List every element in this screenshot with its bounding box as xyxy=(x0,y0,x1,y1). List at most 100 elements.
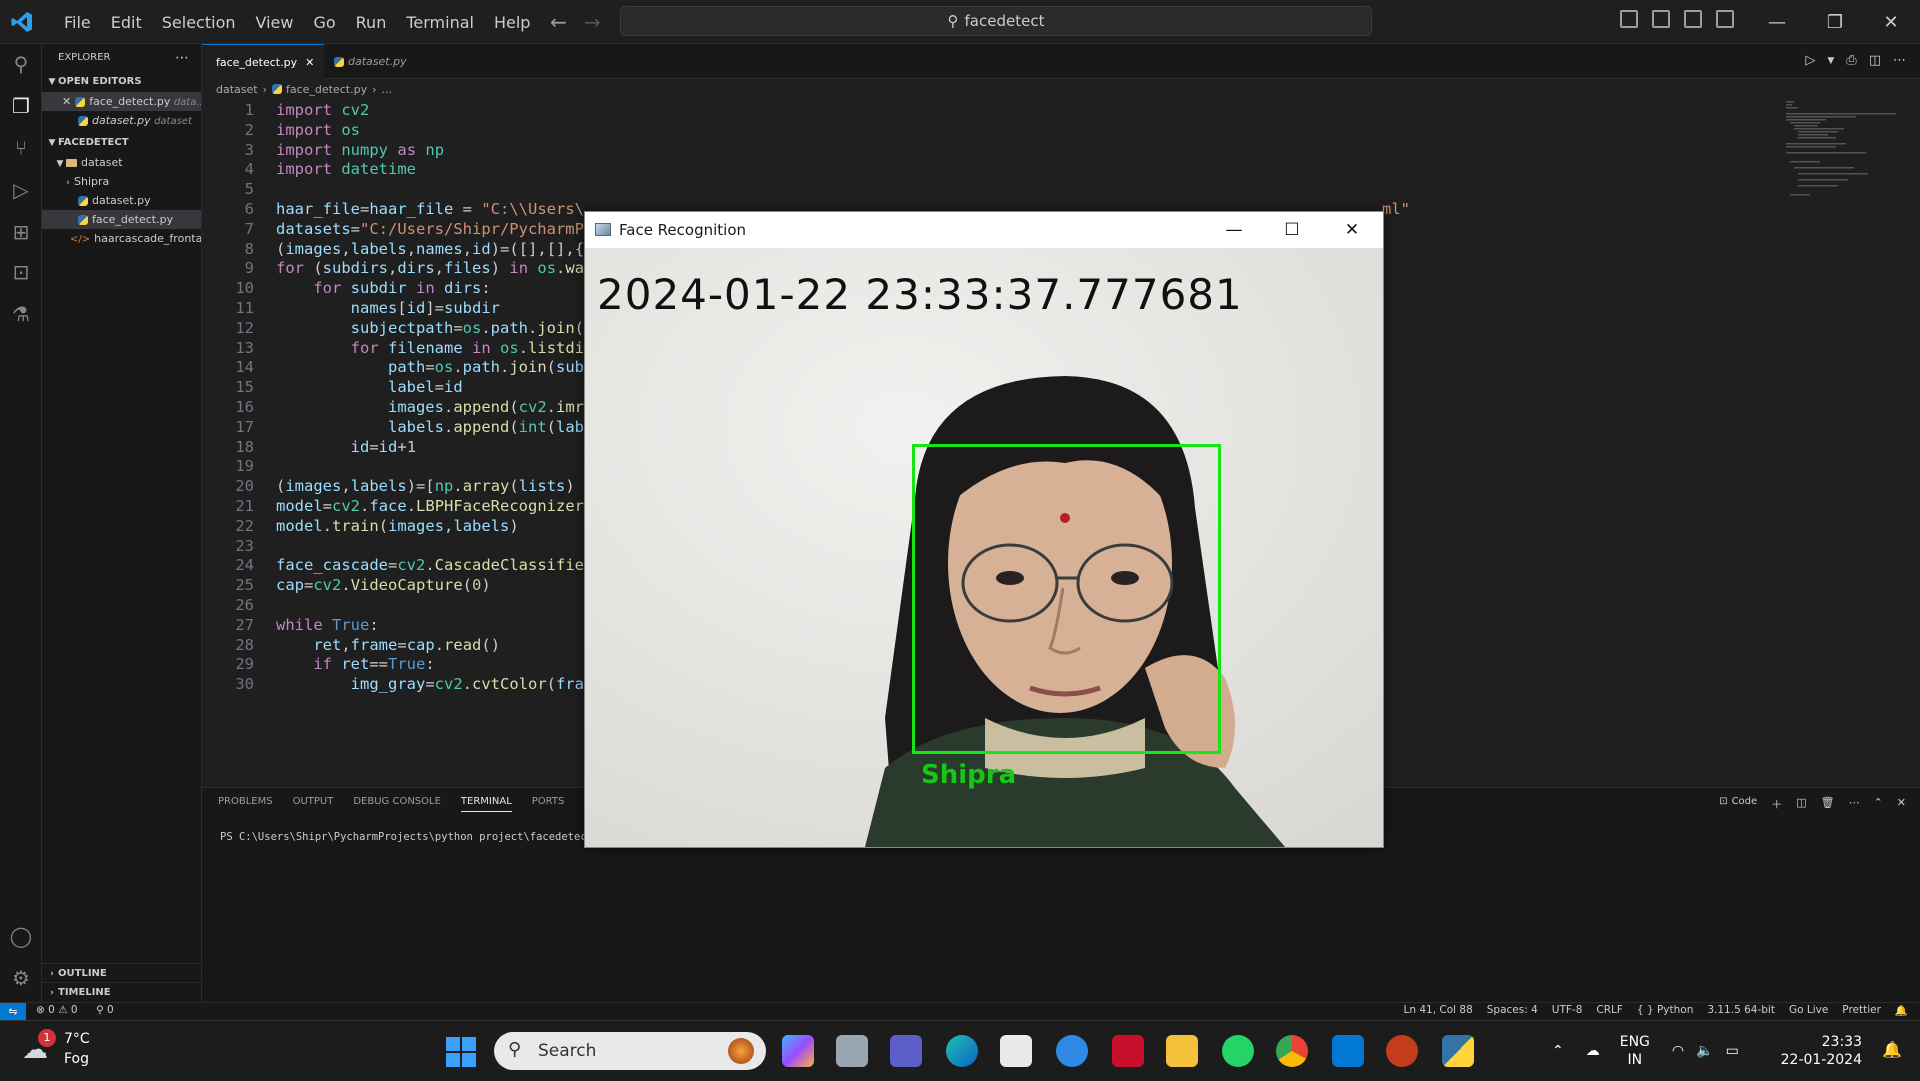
file-explorer-icon[interactable] xyxy=(1166,1035,1198,1067)
volume-icon[interactable]: 🔈 xyxy=(1696,1043,1713,1059)
close-icon[interactable]: ✕ xyxy=(62,95,71,108)
ports-status[interactable]: ⚲ 0 xyxy=(96,1004,114,1016)
language-indicator[interactable]: ENG IN xyxy=(1620,1033,1650,1069)
chrome-icon[interactable] xyxy=(1276,1035,1308,1067)
battery-icon[interactable]: ▭ xyxy=(1726,1043,1739,1059)
maximize-button[interactable]: ❐ xyxy=(1806,0,1864,44)
wifi-icon[interactable]: ◠ xyxy=(1672,1043,1684,1059)
terminal-prompt[interactable]: PS C:\Users\Shipr\PycharmProjects\python… xyxy=(220,831,599,843)
mcafee-icon[interactable] xyxy=(1112,1035,1144,1067)
notification-bell-icon[interactable]: 🔔 xyxy=(1882,1040,1902,1059)
tree-file-face-detect[interactable]: face_detect.py xyxy=(42,210,201,229)
toggle-sidebar-icon[interactable] xyxy=(1620,10,1638,28)
menu-edit[interactable]: Edit xyxy=(101,13,152,32)
tree-file-dataset[interactable]: dataset.py xyxy=(42,191,201,210)
tab-debug-console[interactable]: DEBUG CONSOLE xyxy=(353,796,441,812)
remote-indicator-icon[interactable]: ⇋ xyxy=(0,1003,26,1021)
menu-view[interactable]: View xyxy=(246,13,304,32)
open-editors-section[interactable]: ▼ OPEN EDITORS xyxy=(42,72,201,92)
split-terminal-icon[interactable]: ◫ xyxy=(1796,796,1806,812)
close-panel-icon[interactable]: ✕ xyxy=(1897,796,1906,812)
get-help-icon[interactable] xyxy=(1056,1035,1088,1067)
chevron-up-icon[interactable]: ⌃ xyxy=(1552,1043,1564,1059)
problems-status[interactable]: ⊗ 0 ⚠ 0 xyxy=(36,1004,78,1016)
menu-file[interactable]: File xyxy=(54,13,101,32)
close-icon[interactable]: ✕ xyxy=(305,56,314,69)
maximize-panel-icon[interactable]: ⌃ xyxy=(1874,796,1883,812)
microsoft-store-icon[interactable] xyxy=(1000,1035,1032,1067)
python-taskbar-icon[interactable] xyxy=(1442,1035,1474,1067)
source-control-icon[interactable]: ⑂ xyxy=(9,136,33,160)
customize-layout-icon[interactable] xyxy=(1716,10,1734,28)
menu-terminal[interactable]: Terminal xyxy=(396,13,484,32)
tree-folder-shipra[interactable]: › Shipra xyxy=(42,172,201,191)
project-section[interactable]: ▼ FACEDETECT xyxy=(42,133,201,153)
run-debug-icon[interactable]: ▷ xyxy=(9,178,33,202)
more-actions-icon[interactable]: ⋯ xyxy=(1893,53,1906,68)
breadcrumb-symbol[interactable]: ... xyxy=(382,83,393,96)
settings-gear-icon[interactable]: ⚙ xyxy=(9,966,33,990)
go-live[interactable]: Go Live xyxy=(1789,1004,1828,1017)
notifications-bell-icon[interactable]: 🔔 xyxy=(1895,1004,1908,1017)
face-window-titlebar[interactable]: Face Recognition — ☐ ✕ xyxy=(585,212,1383,248)
menu-run[interactable]: Run xyxy=(346,13,397,32)
more-actions-icon[interactable]: ⋯ xyxy=(1849,796,1860,812)
tree-file-haarcascade[interactable]: </>haarcascade_frontalf... xyxy=(42,229,201,248)
python-interpreter[interactable]: 3.11.5 64-bit xyxy=(1707,1004,1775,1017)
menu-go[interactable]: Go xyxy=(303,13,345,32)
split-editor-icon[interactable]: ◫ xyxy=(1869,53,1881,68)
teams-icon[interactable] xyxy=(890,1035,922,1067)
line-endings[interactable]: CRLF xyxy=(1596,1004,1623,1017)
remote-explorer-icon[interactable]: ⊡ xyxy=(9,260,33,284)
new-terminal-icon[interactable]: ＋ xyxy=(1771,796,1782,812)
tab-problems[interactable]: PROBLEMS xyxy=(218,796,273,812)
face-recognition-window[interactable]: Face Recognition — ☐ ✕ 2024-01-22 23:33:… xyxy=(584,211,1384,848)
minimize-button[interactable]: — xyxy=(1748,0,1806,44)
timeline-section[interactable]: › TIMELINE xyxy=(42,982,202,1003)
search-icon[interactable]: ⚲ xyxy=(9,52,33,76)
face-window-minimize-button[interactable]: — xyxy=(1205,212,1263,248)
explorer-icon[interactable]: ❐ xyxy=(9,94,33,118)
cursor-position[interactable]: Ln 41, Col 88 xyxy=(1404,1004,1473,1017)
run-icon[interactable]: ▷ xyxy=(1805,53,1815,68)
tab-output[interactable]: OUTPUT xyxy=(293,796,334,812)
extensions-icon[interactable]: ⊞ xyxy=(9,220,33,244)
task-view-icon[interactable] xyxy=(836,1035,868,1067)
close-button[interactable]: ✕ xyxy=(1862,0,1920,44)
accounts-icon[interactable]: ◯ xyxy=(9,924,33,948)
tab-terminal[interactable]: TERMINAL xyxy=(460,796,512,812)
more-actions-icon[interactable]: ⋯ xyxy=(175,44,189,72)
breadcrumb-file[interactable]: face_detect.py xyxy=(286,83,367,96)
open-editor-face-detect[interactable]: ✕face_detect.py data... xyxy=(42,92,201,111)
onedrive-icon[interactable]: ☁ xyxy=(1586,1043,1600,1059)
copilot-icon[interactable] xyxy=(782,1035,814,1067)
forward-arrow-icon[interactable]: → xyxy=(584,10,601,34)
open-editor-dataset[interactable]: dataset.py dataset xyxy=(42,111,201,130)
start-windows-icon[interactable] xyxy=(446,1037,476,1067)
menu-help[interactable]: Help xyxy=(484,13,540,32)
edge-icon[interactable] xyxy=(946,1035,978,1067)
powerpoint-icon[interactable] xyxy=(1386,1035,1418,1067)
prettier[interactable]: Prettier xyxy=(1842,1004,1881,1017)
outline-section[interactable]: › OUTLINE xyxy=(42,963,202,984)
tab-face-detect[interactable]: face_detect.py ✕ xyxy=(202,44,324,79)
tree-folder-dataset[interactable]: ▼ dataset xyxy=(42,153,201,172)
toggle-panel-icon[interactable] xyxy=(1652,10,1670,28)
clock[interactable]: 23:33 22-01-2024 xyxy=(1781,1033,1862,1069)
minimap[interactable] xyxy=(1786,99,1906,219)
breadcrumb-folder[interactable]: dataset xyxy=(216,83,258,96)
face-window-close-button[interactable]: ✕ xyxy=(1323,212,1381,248)
terminal-shell-name[interactable]: Code xyxy=(1732,796,1758,812)
indentation[interactable]: Spaces: 4 xyxy=(1487,1004,1538,1017)
toggle-secondary-sidebar-icon[interactable] xyxy=(1684,10,1702,28)
tab-dataset[interactable]: dataset.py xyxy=(324,44,417,79)
chevron-down-icon[interactable]: ▼ xyxy=(1827,56,1834,66)
face-window-maximize-button[interactable]: ☐ xyxy=(1263,212,1321,248)
vscode-taskbar-icon[interactable] xyxy=(1332,1035,1364,1067)
whatsapp-icon[interactable] xyxy=(1222,1035,1254,1067)
encoding[interactable]: UTF-8 xyxy=(1552,1004,1583,1017)
tab-ports[interactable]: PORTS xyxy=(532,796,565,812)
kill-terminal-icon[interactable]: 🗑 xyxy=(1821,796,1835,812)
command-center-search[interactable]: ⚲ facedetect xyxy=(620,6,1372,36)
taskbar-search[interactable]: ⚲ Search xyxy=(494,1032,766,1070)
